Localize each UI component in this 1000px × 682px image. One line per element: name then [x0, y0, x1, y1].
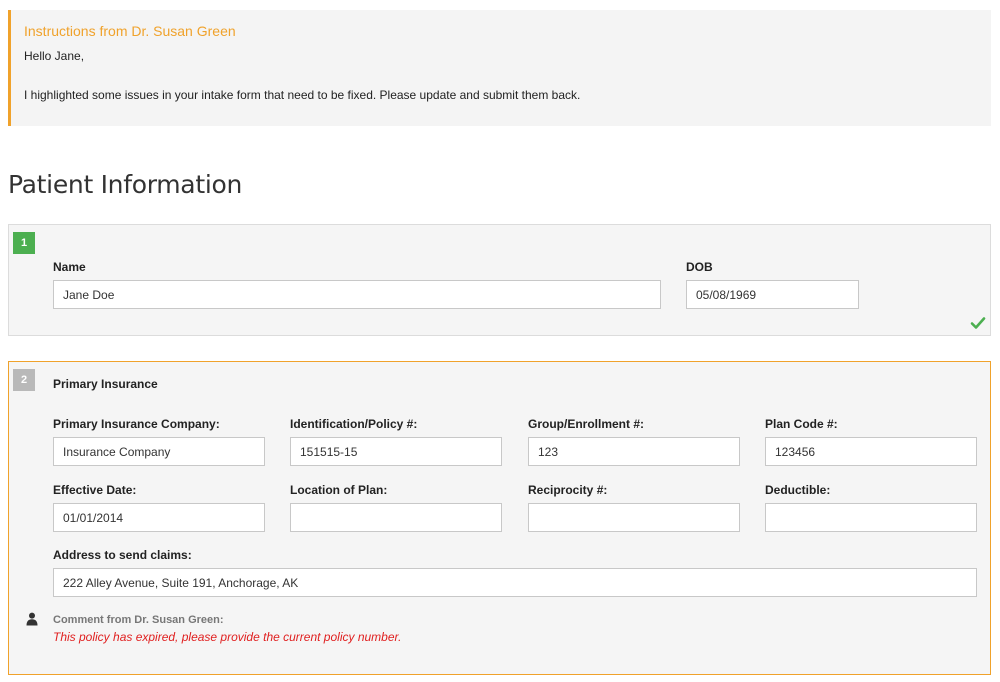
comment-author: Comment from Dr. Susan Green:: [53, 614, 224, 626]
deductible-label: Deductible:: [765, 483, 831, 497]
address-label: Address to send claims:: [53, 548, 192, 562]
location-label: Location of Plan:: [290, 483, 388, 497]
dob-input[interactable]: 05/08/1969: [686, 280, 859, 309]
effective-date-label: Effective Date:: [53, 483, 137, 497]
plan-code-input[interactable]: 123456: [765, 437, 977, 466]
plan-code-label: Plan Code #:: [765, 417, 838, 431]
checkmark-icon: [970, 317, 986, 329]
location-input[interactable]: [290, 503, 502, 532]
insurance-company-input[interactable]: Insurance Company: [53, 437, 265, 466]
section-number-badge: 1: [13, 232, 35, 254]
section-number-badge: 2: [13, 369, 35, 391]
page-title: Patient Information: [8, 170, 243, 199]
notice-title: Instructions from Dr. Susan Green: [24, 23, 236, 39]
policy-input[interactable]: 151515-15: [290, 437, 502, 466]
policy-label: Identification/Policy #:: [290, 417, 418, 431]
section-heading: Primary Insurance: [53, 377, 158, 391]
primary-insurance-section: 2 Primary Insurance Primary Insurance Co…: [8, 361, 991, 675]
group-label: Group/Enrollment #:: [528, 417, 645, 431]
name-input[interactable]: Jane Doe: [53, 280, 661, 309]
insurance-company-label: Primary Insurance Company:: [53, 417, 220, 431]
reciprocity-input[interactable]: [528, 503, 740, 532]
effective-date-input[interactable]: 01/01/2014: [53, 503, 265, 532]
notice-greeting: Hello Jane,: [24, 49, 85, 63]
group-input[interactable]: 123: [528, 437, 740, 466]
patient-name-section: 1 Name Jane Doe DOB 05/08/1969: [8, 224, 991, 336]
instructions-notice: Instructions from Dr. Susan Green Hello …: [8, 10, 991, 126]
name-label: Name: [53, 260, 86, 274]
reciprocity-label: Reciprocity #:: [528, 483, 608, 497]
comment-text: This policy has expired, please provide …: [53, 630, 402, 644]
notice-body: I highlighted some issues in your intake…: [24, 88, 581, 102]
address-input[interactable]: 222 Alley Avenue, Suite 191, Anchorage, …: [53, 568, 977, 597]
dob-label: DOB: [686, 260, 713, 274]
user-icon: [26, 612, 38, 626]
deductible-input[interactable]: [765, 503, 977, 532]
